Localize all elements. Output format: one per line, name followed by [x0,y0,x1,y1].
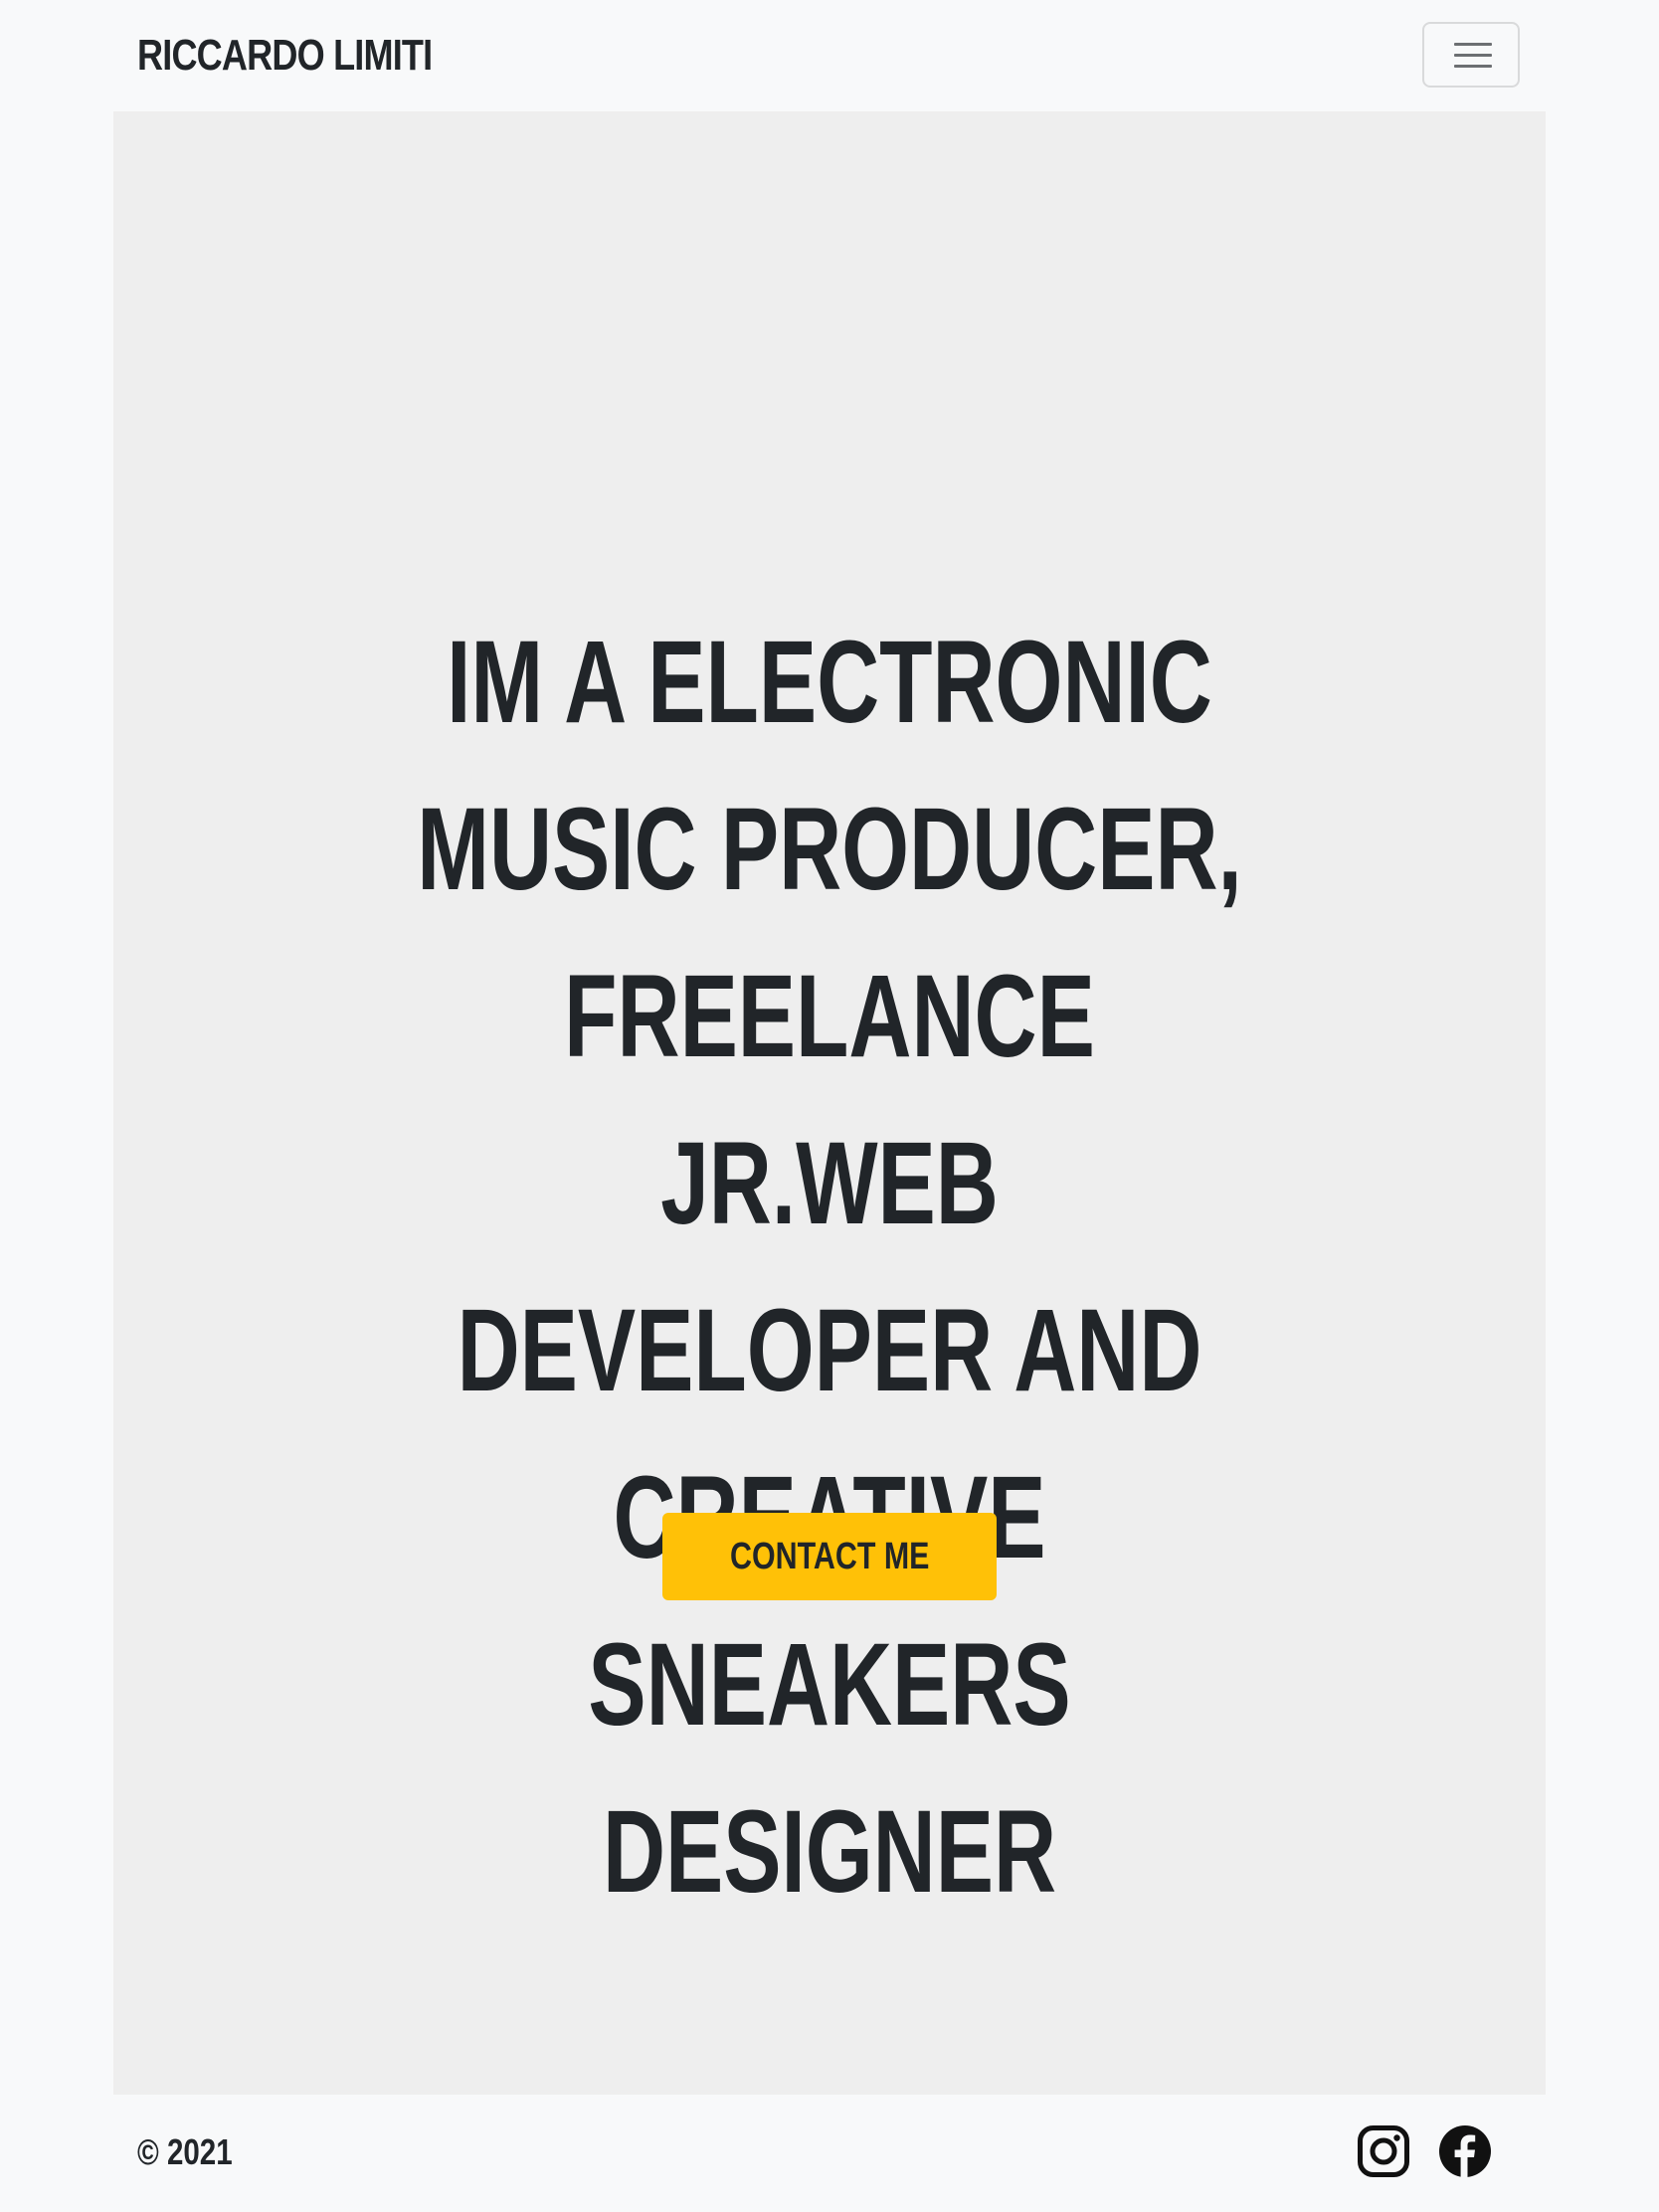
facebook-link[interactable] [1438,2124,1492,2178]
contact-me-button[interactable]: CONTACT ME [662,1513,997,1600]
navbar-toggler-button[interactable] [1422,22,1520,88]
footer: © 2021 [0,2095,1659,2212]
hero-headline: IM A ELECTRONIC MUSIC PRODUCER, FREELANC… [417,617,1242,1918]
instagram-icon [1358,2125,1409,2177]
contact-me-label: CONTACT ME [729,1536,930,1577]
brand-link[interactable]: RICCARDO LIMITI [137,26,433,86]
copyright-text: © 2021 [137,2131,233,2172]
navbar: RICCARDO LIMITI [0,0,1659,111]
hero-section: IM A ELECTRONIC MUSIC PRODUCER, FREELANC… [113,111,1546,2095]
facebook-icon [1439,2125,1491,2177]
instagram-link[interactable] [1357,2124,1410,2178]
